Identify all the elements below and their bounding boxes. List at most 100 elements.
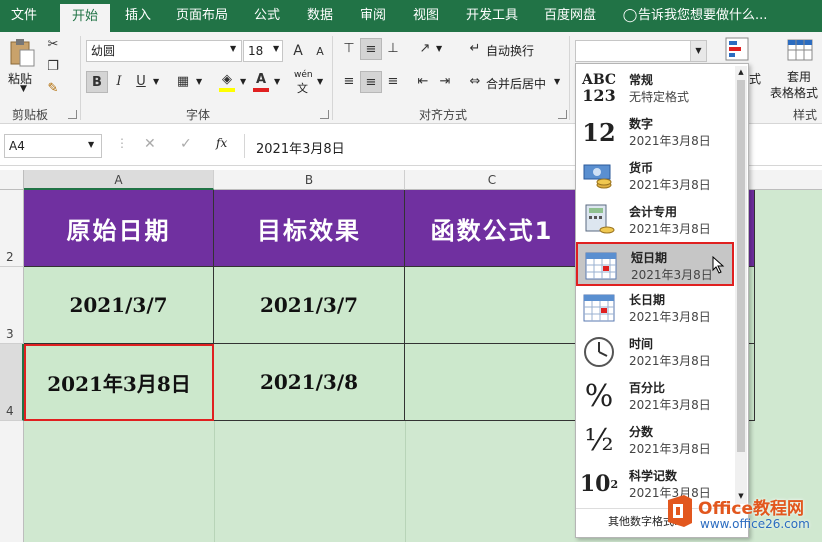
scroll-up-icon[interactable]: ▲ [735, 66, 747, 78]
cell-a3[interactable]: 2021/3/7 [24, 267, 214, 344]
align-top-icon[interactable]: ⊤ [338, 38, 360, 60]
grow-font-button[interactable]: A [287, 40, 309, 62]
cancel-icon[interactable]: ✕ [144, 136, 156, 152]
tab-view[interactable]: 视图 [409, 0, 443, 32]
number-format-box[interactable] [575, 40, 707, 62]
clipboard-group-label: 剪贴板 [11, 108, 48, 122]
borders-icon[interactable]: ▦ [172, 71, 194, 93]
format-as-table-label-2[interactable]: 表格格式 [770, 84, 818, 101]
orientation-icon[interactable]: ↗ [414, 38, 436, 60]
merge-center-icon[interactable]: ⇔ [464, 71, 486, 93]
merge-center-button[interactable]: 合并后居中 [486, 75, 546, 92]
cell-c3[interactable] [405, 267, 580, 344]
insert-function-button[interactable]: fx [216, 136, 227, 150]
lightbulb-icon: ◯ [622, 8, 638, 23]
chevron-down-icon[interactable]: ▼ [196, 77, 202, 86]
scientific-icon: 10 2 [579, 471, 619, 497]
chevron-down-icon[interactable]: ▼ [274, 77, 280, 86]
office-logo [664, 494, 694, 528]
cell-a4[interactable]: 2021年3月8日 [24, 344, 214, 421]
header-cell-target-effect[interactable]: 目标效果 [214, 190, 405, 267]
align-center-icon[interactable]: ≡ [360, 71, 382, 93]
format-item-accounting[interactable]: 会计专用 2021年3月8日 [576, 198, 734, 242]
column-header-b[interactable]: B [214, 170, 405, 190]
paste-icon[interactable] [8, 38, 36, 68]
conditional-format-icon[interactable] [724, 36, 754, 66]
row-header-4[interactable]: 4 [0, 344, 24, 421]
header-cell-formula-1[interactable]: 函数公式1 [405, 190, 580, 267]
cell-b4[interactable]: 2021/3/8 [214, 344, 405, 421]
shrink-font-button[interactable]: A [309, 41, 331, 63]
chevron-down-icon[interactable]: ▼ [273, 44, 279, 53]
dropdown-scrollbar[interactable]: ▲ ▼ [735, 66, 747, 504]
select-all-corner[interactable] [0, 170, 24, 190]
chevron-down-icon[interactable]: ▼ [88, 140, 94, 149]
tab-data[interactable]: 数据 [303, 0, 337, 32]
wrap-text-icon[interactable]: ↵ [464, 38, 486, 60]
formula-input[interactable]: 2021年3月8日 [256, 138, 345, 157]
format-item-currency[interactable]: 货币 2021年3月8日 [576, 154, 734, 198]
cell-b3[interactable]: 2021/3/7 [214, 267, 405, 344]
decrease-indent-icon[interactable]: ⇤ [412, 71, 434, 93]
bold-button[interactable]: B [86, 71, 108, 93]
chevron-down-icon[interactable]: ▼ [690, 41, 706, 61]
format-item-number[interactable]: 12 数字 2021年3月8日 [576, 110, 734, 154]
phonetic-guide-bottom[interactable]: 文 [297, 80, 308, 96]
more-options-icon: ⋮ [116, 136, 128, 150]
alignment-launcher-icon[interactable] [558, 110, 567, 119]
divider [332, 36, 333, 120]
chevron-down-icon[interactable]: ▼ [554, 77, 560, 86]
underline-button[interactable]: U [130, 71, 152, 93]
fill-color-swatch [219, 88, 235, 92]
row-header-5[interactable] [0, 421, 24, 542]
format-as-table-icon[interactable] [786, 36, 816, 66]
format-painter-icon[interactable]: ✎ [42, 78, 64, 100]
font-name-box[interactable]: 幼圆 [86, 40, 242, 62]
tab-home[interactable]: 开始 [60, 4, 110, 32]
column-header-a[interactable]: A [24, 170, 214, 190]
format-item-long-date[interactable]: 长日期 2021年3月8日 [576, 286, 734, 330]
enter-icon[interactable]: ✓ [180, 136, 192, 152]
tab-developer[interactable]: 开发工具 [462, 0, 522, 32]
format-item-time[interactable]: 时间 2021年3月8日 [576, 330, 734, 374]
tab-file[interactable]: 文件 [4, 0, 44, 32]
cut-icon[interactable]: ✂ [42, 34, 64, 56]
chevron-down-icon[interactable]: ▼ [153, 77, 159, 86]
tab-review[interactable]: 审阅 [356, 0, 390, 32]
format-item-short-date[interactable]: 短日期 2021年3月8日 [576, 242, 734, 286]
clipboard-launcher-icon[interactable] [68, 110, 77, 119]
row-header-3[interactable]: 3 [0, 267, 24, 344]
format-item-percent[interactable]: % 百分比 2021年3月8日 [576, 374, 734, 418]
increase-indent-icon[interactable]: ⇥ [434, 71, 456, 93]
scrollbar-thumb[interactable] [737, 80, 745, 452]
row-header-2[interactable]: 2 [0, 190, 24, 267]
tab-insert[interactable]: 插入 [120, 0, 156, 32]
copy-icon[interactable]: ❐ [42, 56, 64, 78]
tab-baidu-netdisk[interactable]: 百度网盘 [540, 0, 600, 32]
fraction-icon: ½ [584, 422, 614, 458]
paste-dropdown-icon[interactable]: ▼ [20, 84, 27, 94]
tell-me-search[interactable]: 告诉我您想要做什么... [638, 0, 822, 32]
tab-formulas[interactable]: 公式 [250, 0, 284, 32]
chevron-down-icon[interactable]: ▼ [436, 44, 442, 53]
header-cell-original-date[interactable]: 原始日期 [24, 190, 214, 267]
align-middle-icon[interactable]: ≡ [360, 38, 382, 60]
tab-page-layout[interactable]: 页面布局 [172, 0, 232, 32]
format-item-general[interactable]: ABC 123 常规 无特定格式 [576, 66, 734, 110]
cell-c4[interactable] [405, 344, 580, 421]
phonetic-guide-top[interactable]: wén [294, 70, 313, 80]
format-item-fraction[interactable]: ½ 分数 2021年3月8日 [576, 418, 734, 462]
divider [405, 421, 406, 542]
align-right-icon[interactable]: ≡ [382, 71, 404, 93]
italic-button[interactable]: I [108, 71, 130, 93]
format-as-table-label-1[interactable]: 套用 [787, 68, 811, 85]
align-left-icon[interactable]: ≡ [338, 71, 360, 93]
chevron-down-icon[interactable]: ▼ [230, 44, 236, 53]
chevron-down-icon[interactable]: ▼ [317, 77, 323, 86]
font-launcher-icon[interactable] [320, 110, 329, 119]
column-header-c[interactable]: C [405, 170, 580, 190]
wrap-text-button[interactable]: 自动换行 [486, 42, 534, 59]
conditional-format-label[interactable]: 式 [749, 70, 761, 87]
align-bottom-icon[interactable]: ⊥ [382, 38, 404, 60]
chevron-down-icon[interactable]: ▼ [240, 77, 246, 86]
